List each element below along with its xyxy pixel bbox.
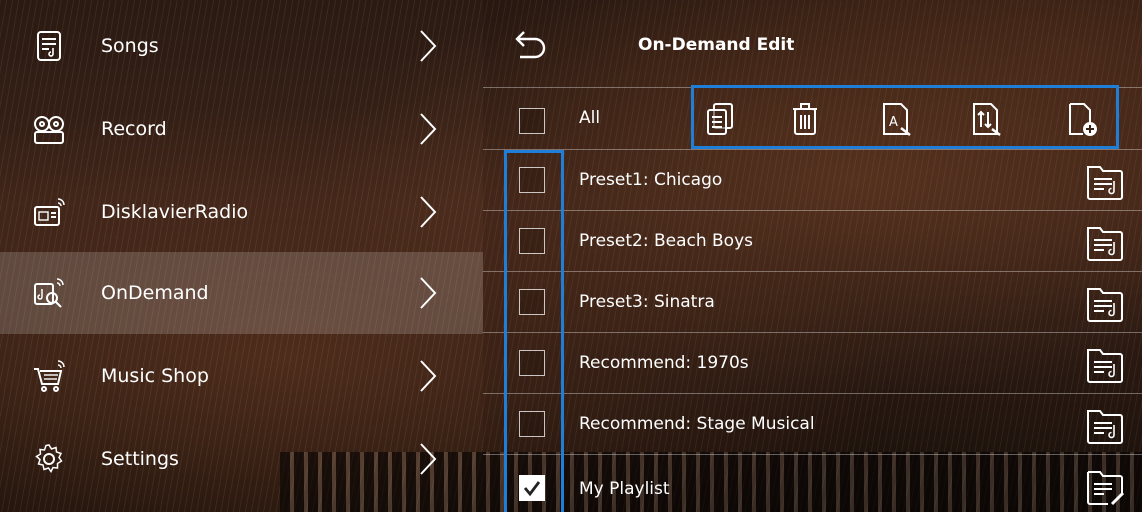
sidebar-item-label: DisklavierRadio [101,201,249,223]
checkmark-icon [523,481,541,497]
sidebar-item-label: Settings [101,448,179,470]
row-checkbox-checked[interactable] [519,475,545,501]
row-checkbox[interactable] [519,350,545,376]
chevron-right-icon [420,30,437,62]
list-item[interactable]: Recommend: Stage Musical [483,394,1142,455]
sidebar-item-label: Songs [101,35,159,57]
select-all-label: All [579,108,601,128]
sidebar-item-label: Music Shop [101,365,209,387]
row-checkbox[interactable] [519,411,545,437]
edit-toolbar: A [691,85,1119,149]
back-arrow-icon[interactable] [513,28,549,64]
select-all-checkbox[interactable] [519,108,545,134]
chevron-right-icon [420,113,437,145]
list-item-label: Recommend: 1970s [579,353,749,373]
sidebar-item-songs[interactable]: Songs [0,5,483,87]
chevron-right-icon [420,196,437,228]
svg-text:A: A [889,115,898,130]
list-item-label: Preset3: Sinatra [579,292,715,312]
music-folder-icon[interactable] [1086,161,1124,201]
sidebar-item-music-shop[interactable]: Music Shop [0,335,483,417]
music-folder-icon[interactable] [1086,222,1124,262]
sort-icon[interactable] [971,102,1001,136]
chevron-right-icon [420,360,437,392]
sidebar-item-ondemand[interactable]: OnDemand [0,252,483,334]
trash-icon[interactable] [790,102,820,136]
songs-icon [37,31,61,61]
row-checkbox[interactable] [519,167,545,193]
list-item-label: Preset1: Chicago [579,170,723,190]
chevron-right-icon [420,443,437,475]
rename-icon[interactable]: A [881,102,911,136]
sidebar-item-disklavierradio[interactable]: DisklavierRadio [0,171,483,253]
gear-icon [35,444,63,473]
sidebar-item-label: Record [101,118,167,140]
music-folder-icon[interactable] [1086,405,1124,445]
new-file-icon[interactable] [1067,102,1097,136]
sidebar-item-record[interactable]: Record [0,88,483,170]
list-item[interactable]: Recommend: 1970s [483,333,1142,394]
sidebar-item-settings[interactable]: Settings [0,418,483,500]
music-folder-icon[interactable] [1086,344,1124,384]
radio-icon [34,198,65,226]
list-item[interactable]: Preset2: Beach Boys [483,211,1142,272]
ondemand-search-icon [34,278,64,308]
list-item[interactable]: My Playlist [483,455,1142,512]
copy-icon[interactable] [705,102,735,136]
list-item[interactable]: Preset3: Sinatra [483,272,1142,333]
record-reel-icon [34,116,64,144]
sidebar: Songs Record DisklavierRadio OnDemand Mu… [0,0,483,512]
list-item[interactable]: Preset1: Chicago [483,150,1142,211]
list-item-label: My Playlist [579,479,670,499]
row-checkbox[interactable] [519,289,545,315]
row-checkbox[interactable] [519,228,545,254]
sidebar-item-label: OnDemand [101,282,209,304]
music-folder-icon[interactable] [1086,283,1124,323]
page-title: On-Demand Edit [638,35,795,55]
list-item-label: Preset2: Beach Boys [579,231,754,251]
list-item-label: Recommend: Stage Musical [579,414,815,434]
chevron-right-icon [420,277,437,309]
shopping-cart-icon [34,360,65,392]
music-folder-edit-icon[interactable] [1086,466,1124,506]
title-bar: On-Demand Edit [483,0,1142,88]
on-demand-edit-panel: On-Demand Edit All A Preset1: Chicago Pr… [483,0,1142,512]
